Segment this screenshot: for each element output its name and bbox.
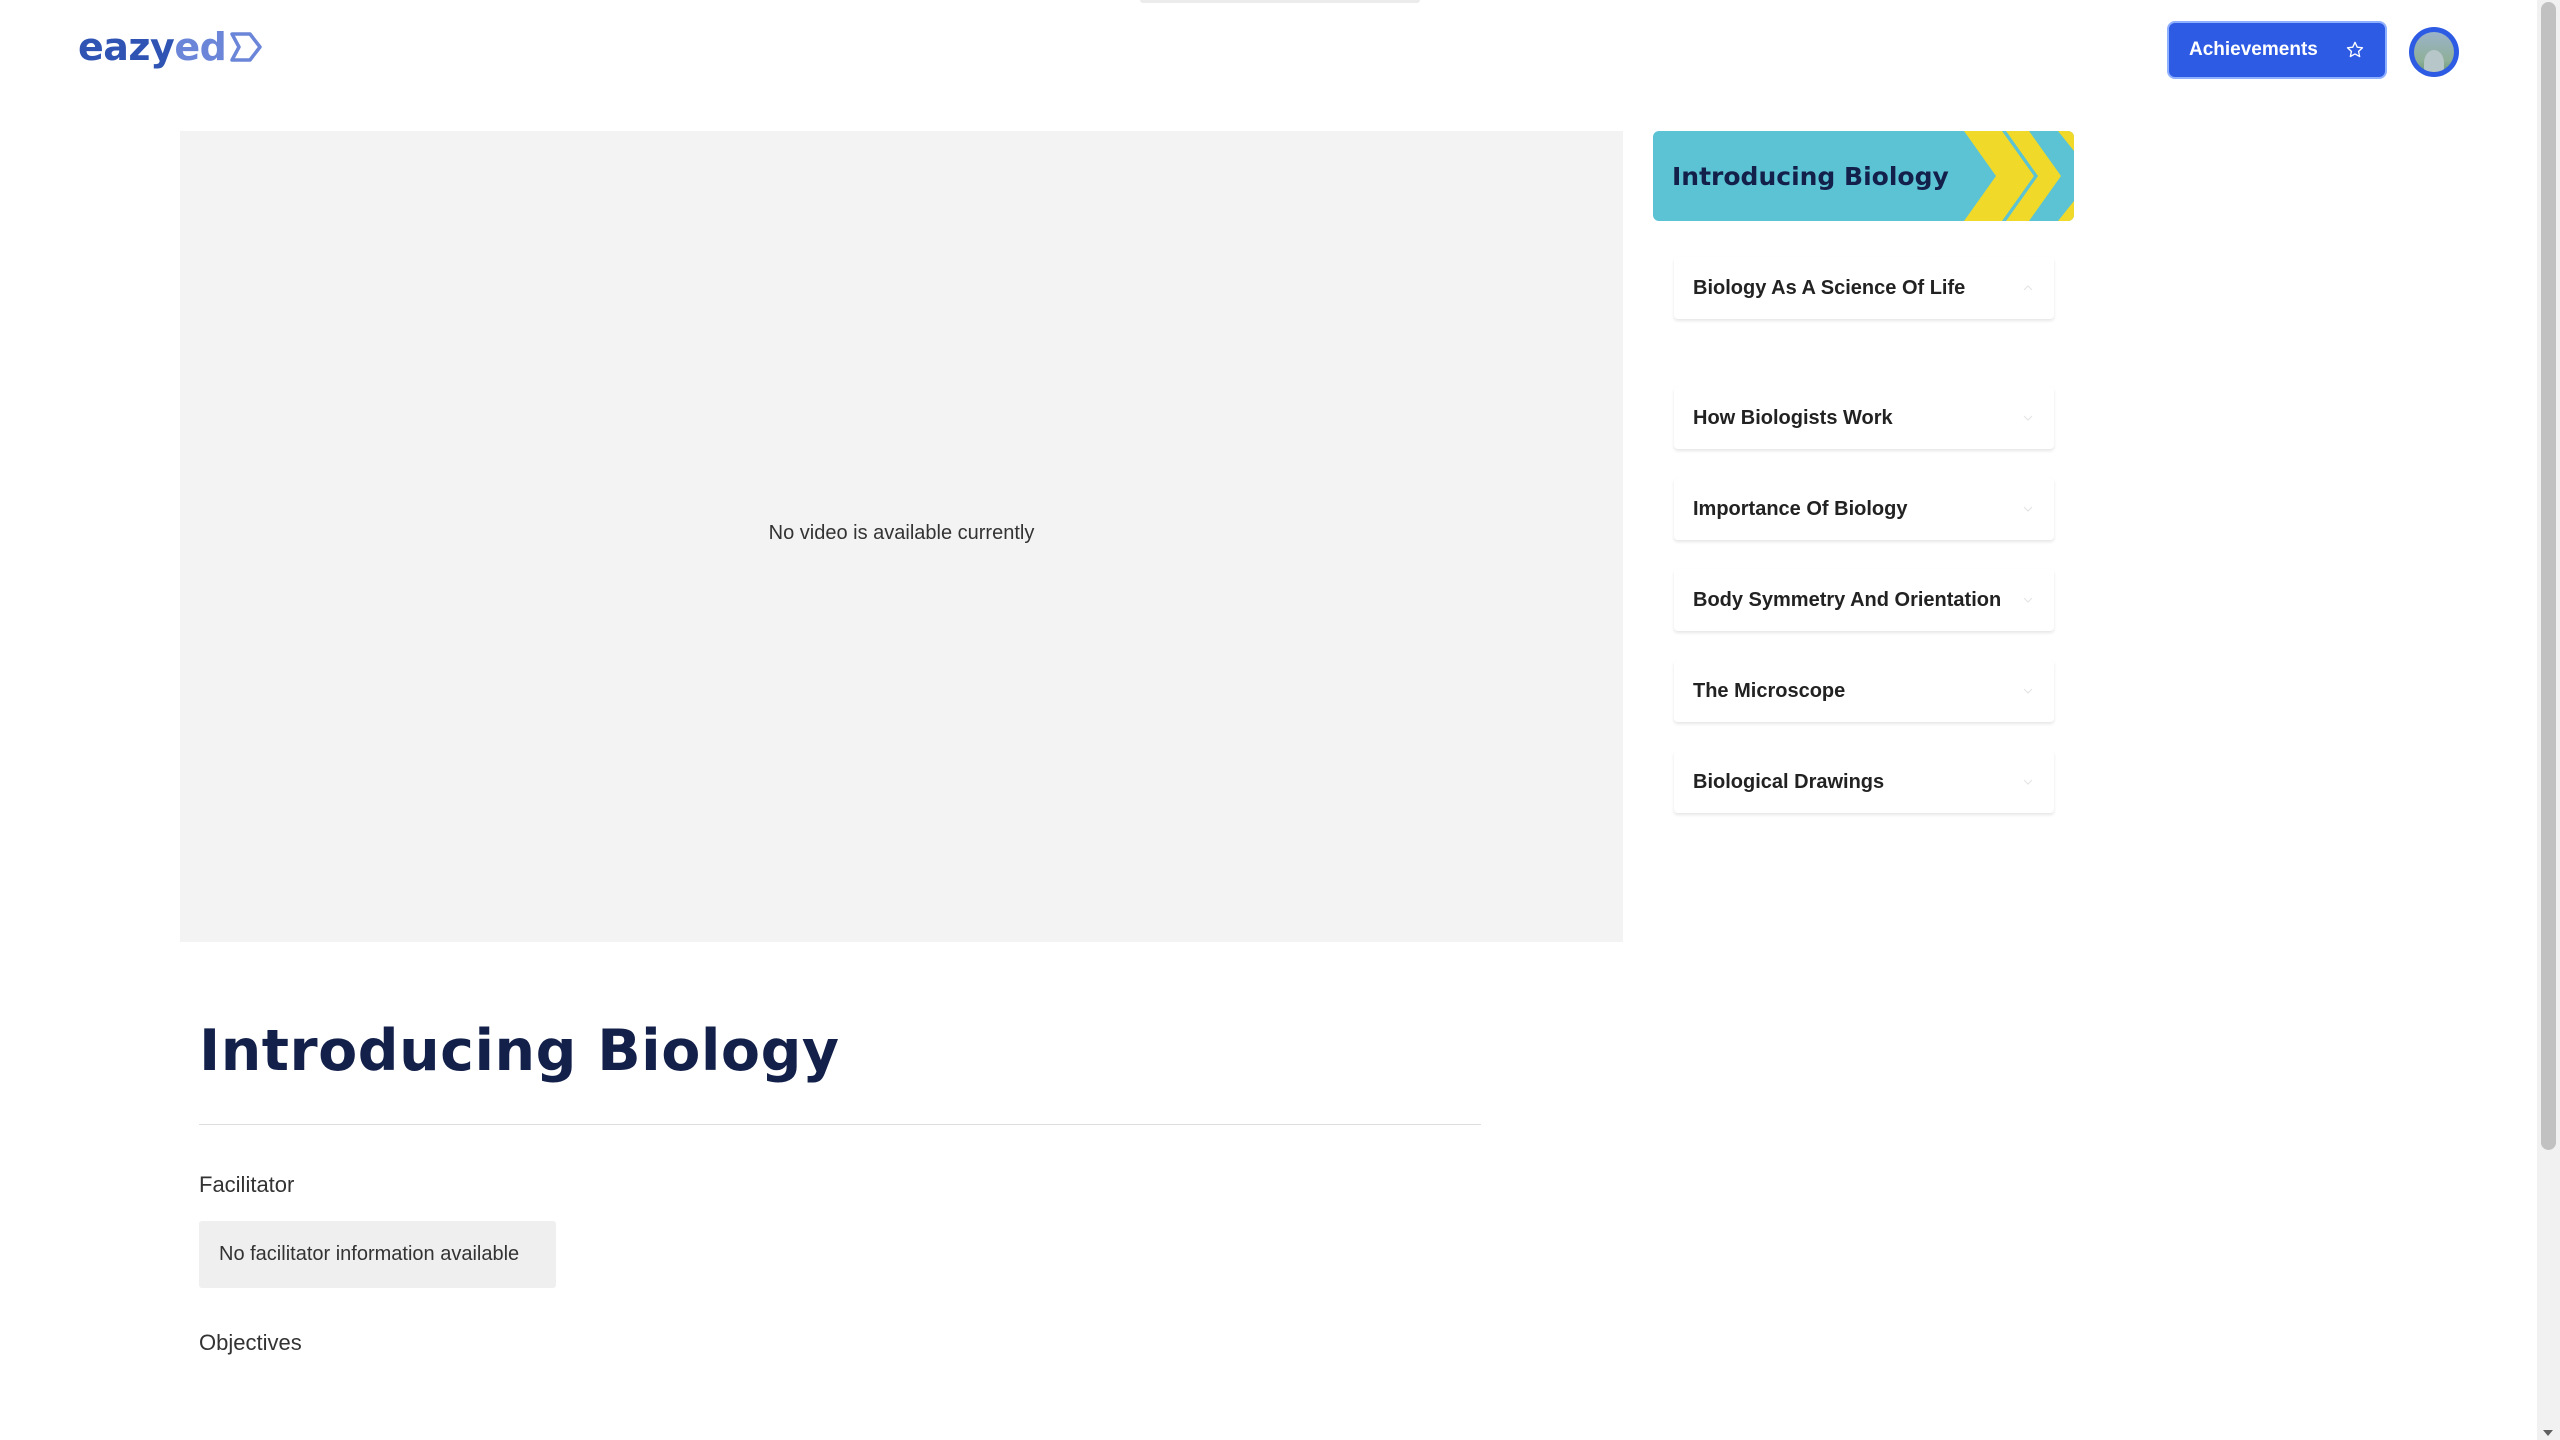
facilitator-info-box: No facilitator information available [199,1221,556,1288]
chevron-down-icon [2023,779,2033,785]
facilitator-info-text: No facilitator information available [219,1243,520,1265]
logo-text-ed: ed [174,25,227,69]
lesson-label: The Microscope [1693,679,1846,702]
lesson-label: Biology As A Science Of Life [1693,276,1966,299]
module-title: Introducing Biology [1672,161,1949,191]
chevron-up-icon [2023,285,2033,291]
chevron-down-icon [2023,506,2033,512]
lesson-item-biological-drawings[interactable]: Biological Drawings [1674,751,2054,813]
lesson-label: Biological Drawings [1693,770,1885,793]
lesson-item-importance-of-biology[interactable]: Importance Of Biology [1674,478,2054,540]
no-video-message: No video is available currently [768,522,1035,544]
module-chevron-graphic [1964,131,2074,221]
eazyed-logo[interactable]: eazyed [78,22,264,72]
avatar[interactable] [2409,27,2459,77]
video-player: No video is available currently [180,131,1623,942]
divider [199,1124,1481,1125]
facilitator-heading: Facilitator [199,1172,295,1197]
lesson-item-biology-as-a-science-of-life[interactable]: Biology As A Science Of Life [1674,257,2054,319]
achievements-button[interactable]: Achievements [2167,21,2387,79]
scrollbar-thumb[interactable] [2541,2,2556,1150]
lesson-item-how-biologists-work[interactable]: How Biologists Work [1674,387,2054,449]
logo-text-eazy: eazy [78,25,175,69]
lesson-item-body-symmetry-and-orientation[interactable]: Body Symmetry And Orientation [1674,569,2054,631]
lesson-label: How Biologists Work [1693,406,1893,429]
objectives-heading: Objectives [199,1330,302,1355]
page: eazyed Achievements No video is availabl… [0,0,2560,1440]
page-scrollbar[interactable] [2537,0,2560,1440]
lesson-label: Body Symmetry And Orientation [1693,588,2002,611]
scroll-down-arrow-icon[interactable] [2543,1430,2553,1436]
chevron-down-icon [2023,597,2033,603]
chevron-down-icon [2023,415,2033,421]
lesson-item-the-microscope[interactable]: The Microscope [1674,660,2054,722]
lesson-label: Importance Of Biology [1693,497,1908,520]
achievements-label: Achievements [2189,39,2318,60]
page-title: Introducing Biology [199,1018,840,1084]
top-tab-handle [1140,0,1420,3]
chevron-down-icon [2023,688,2033,694]
star-icon [2346,41,2364,58]
avatar-image [2414,32,2454,72]
logo-arrow-icon [230,32,263,62]
module-header[interactable]: Introducing Biology [1653,131,2074,221]
